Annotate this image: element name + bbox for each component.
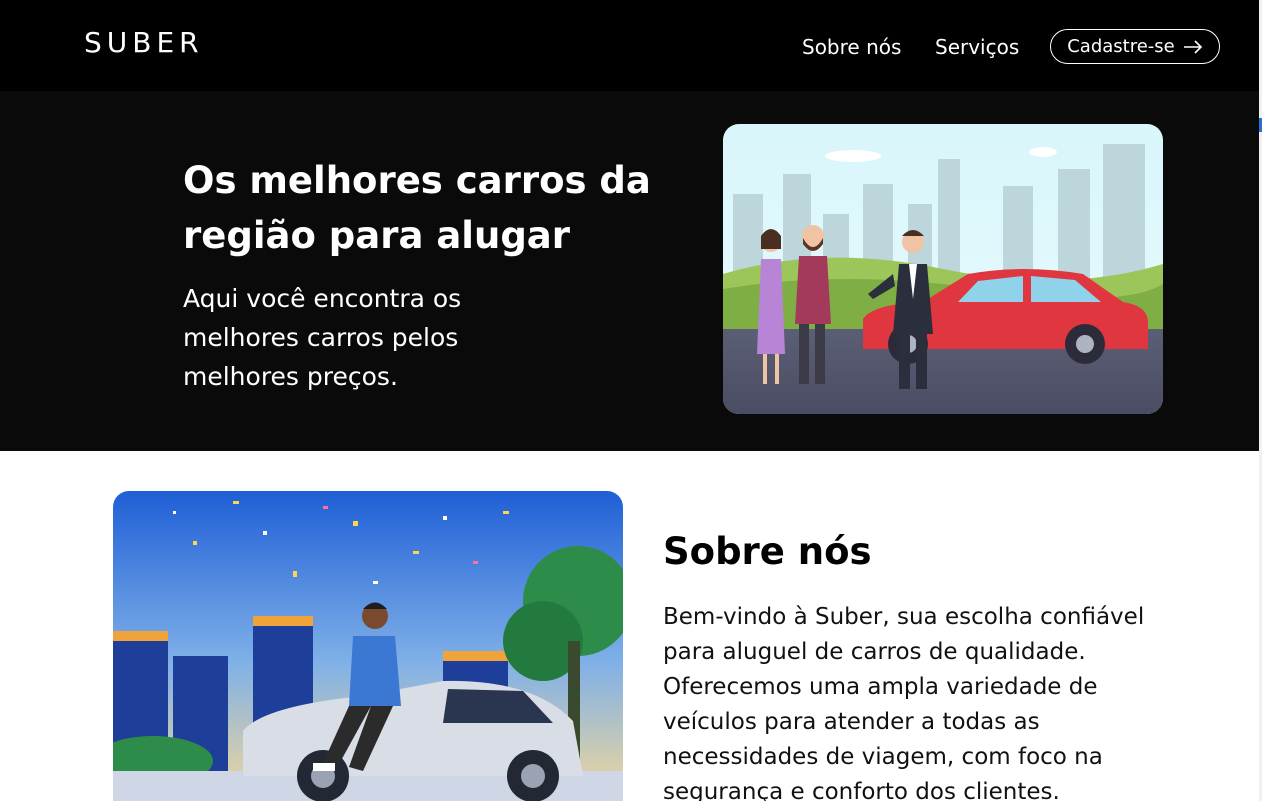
navbar: SUBER Sobre nós Serviços Cadastre-se: [0, 0, 1259, 91]
signup-button[interactable]: Cadastre-se: [1050, 29, 1220, 64]
about-text: Bem-vindo à Suber, sua escolha confiável…: [663, 604, 1145, 801]
about-title: Sobre nós: [663, 530, 872, 573]
nav-link-sobre[interactable]: Sobre nós: [802, 35, 901, 59]
hero-illustration: [723, 124, 1163, 414]
about-illustration: [113, 491, 623, 801]
logo[interactable]: SUBER: [84, 26, 204, 59]
signup-label: Cadastre-se: [1067, 36, 1175, 57]
hero-subtitle: Aqui você encontra os melhores carros pe…: [183, 284, 462, 391]
arrow-right-icon: [1183, 39, 1202, 54]
hero-title: Os melhores carros da região para alugar: [183, 159, 651, 257]
nav-link-servicos[interactable]: Serviços: [935, 35, 1019, 59]
hero-section: Os melhores carros da região para alugar…: [0, 91, 1259, 451]
